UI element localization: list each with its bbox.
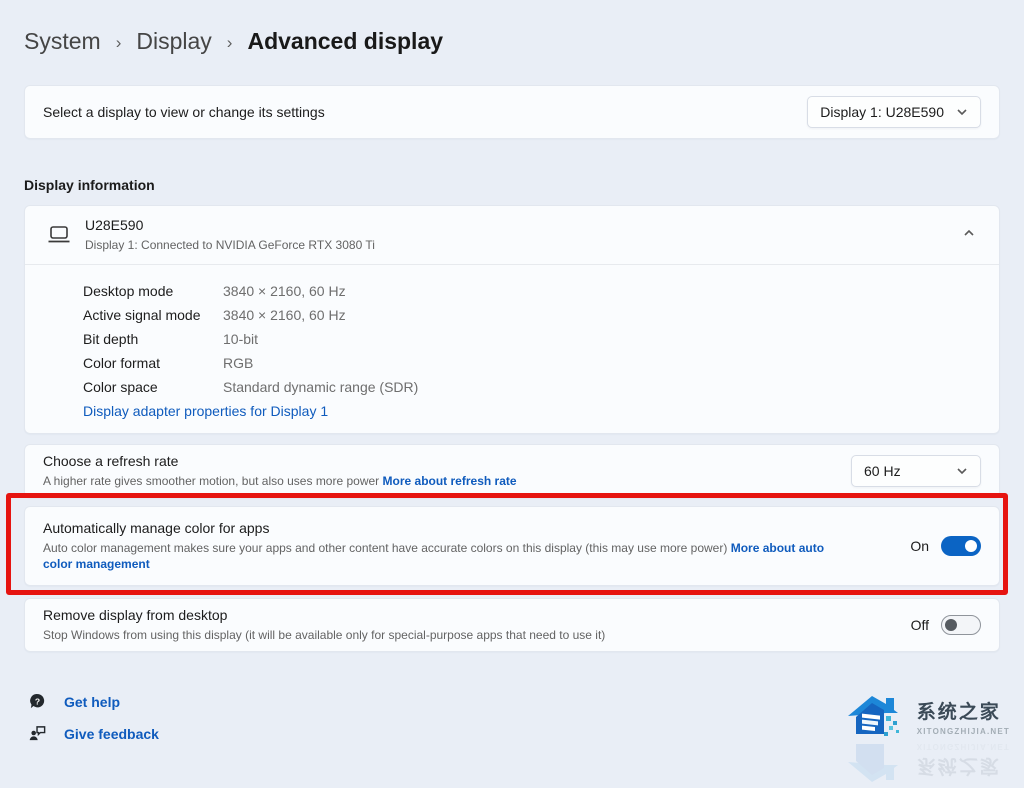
display-details: Desktop mode 3840 × 2160, 60 Hz Active s…	[25, 265, 999, 433]
site-logo	[846, 690, 908, 742]
remove-display-title: Remove display from desktop	[43, 607, 605, 623]
detail-value: 3840 × 2160, 60 Hz	[223, 303, 981, 327]
remove-display-card: Remove display from desktop Stop Windows…	[24, 598, 1000, 652]
breadcrumb-separator: ›	[227, 31, 233, 53]
give-feedback-link[interactable]: Give feedback	[28, 724, 159, 743]
refresh-rate-card: Choose a refresh rate A higher rate give…	[24, 444, 1000, 498]
toggle-knob	[965, 540, 977, 552]
site-logo-reflection	[846, 736, 908, 788]
detail-row-bit-depth: Bit depth 10-bit	[83, 327, 981, 351]
laptop-icon	[47, 225, 71, 245]
display-selector-value: Display 1: U28E590	[820, 104, 944, 120]
chevron-up-icon	[963, 227, 975, 239]
auto-color-description: Auto color management makes sure your ap…	[43, 540, 843, 572]
display-adapter-properties-link[interactable]: Display adapter properties for Display 1	[83, 401, 328, 421]
display-info-header[interactable]: U28E590 Display 1: Connected to NVIDIA G…	[25, 206, 999, 264]
display-selector-label: Select a display to view or change its s…	[43, 104, 325, 120]
refresh-rate-value: 60 Hz	[864, 463, 901, 479]
auto-color-toggle-label: On	[910, 538, 929, 554]
watermark-reflection-name: 系统之家	[917, 755, 1010, 782]
detail-row-color-space: Color space Standard dynamic range (SDR)	[83, 375, 981, 399]
detail-label: Color space	[83, 375, 223, 399]
detail-label: Bit depth	[83, 327, 223, 351]
detail-value: 3840 × 2160, 60 Hz	[223, 279, 981, 303]
detail-label: Desktop mode	[83, 279, 223, 303]
site-watermark: 系统之家 XITONGZHIJIA.NET	[846, 690, 1010, 742]
page-title: Advanced display	[247, 28, 443, 55]
breadcrumb-display[interactable]: Display	[136, 28, 211, 55]
svg-text:?: ?	[35, 696, 40, 706]
display-name: U28E590	[85, 217, 375, 233]
auto-color-annotated-region: Automatically manage color for apps Auto…	[24, 506, 1000, 586]
give-feedback-label: Give feedback	[64, 726, 159, 742]
refresh-rate-dropdown[interactable]: 60 Hz	[851, 455, 981, 487]
refresh-rate-description-text: A higher rate gives smoother motion, but…	[43, 474, 379, 488]
watermark-site-name: 系统之家	[917, 697, 1010, 724]
display-selector-card: Select a display to view or change its s…	[24, 85, 1000, 139]
breadcrumb-system[interactable]: System	[24, 28, 101, 55]
toggle-knob	[945, 619, 957, 631]
watermark-site-url: XITONGZHIJIA.NET	[917, 727, 1010, 736]
detail-label: Active signal mode	[83, 303, 223, 327]
auto-color-toggle[interactable]	[941, 536, 981, 556]
get-help-icon: ?	[28, 692, 47, 711]
detail-value: 10-bit	[223, 327, 981, 351]
breadcrumb-separator: ›	[116, 31, 122, 53]
detail-row-color-format: Color format RGB	[83, 351, 981, 375]
detail-row-active-signal-mode: Active signal mode 3840 × 2160, 60 Hz	[83, 303, 981, 327]
chevron-down-icon	[956, 106, 968, 118]
auto-color-card: Automatically manage color for apps Auto…	[24, 506, 1000, 586]
auto-color-title: Automatically manage color for apps	[43, 520, 843, 536]
remove-display-toggle-label: Off	[911, 617, 929, 633]
refresh-rate-title: Choose a refresh rate	[43, 453, 517, 469]
display-connection: Display 1: Connected to NVIDIA GeForce R…	[85, 237, 375, 253]
detail-value: Standard dynamic range (SDR)	[223, 375, 981, 399]
collapse-button[interactable]	[957, 220, 981, 250]
remove-display-toggle[interactable]	[941, 615, 981, 635]
chevron-down-icon	[956, 465, 968, 477]
refresh-rate-description: A higher rate gives smoother motion, but…	[43, 473, 517, 489]
display-selector-dropdown[interactable]: Display 1: U28E590	[807, 96, 981, 128]
auto-color-description-text: Auto color management makes sure your ap…	[43, 541, 727, 555]
remove-display-description: Stop Windows from using this display (it…	[43, 627, 605, 643]
get-help-label: Get help	[64, 694, 120, 710]
watermark-reflection-url: XITONGZHIJIA.NET	[917, 743, 1010, 752]
display-info-card: U28E590 Display 1: Connected to NVIDIA G…	[24, 205, 1000, 434]
detail-row-desktop-mode: Desktop mode 3840 × 2160, 60 Hz	[83, 279, 981, 303]
more-about-refresh-rate-link[interactable]: More about refresh rate	[383, 474, 517, 488]
site-watermark-reflection: 系统之家 XITONGZHIJIA.NET	[846, 736, 1010, 788]
detail-value: RGB	[223, 351, 981, 375]
feedback-icon	[28, 724, 47, 743]
section-title: Display information	[24, 177, 1000, 193]
breadcrumb: System › Display › Advanced display	[24, 28, 1000, 55]
detail-label: Color format	[83, 351, 223, 375]
get-help-link[interactable]: ? Get help	[28, 692, 120, 711]
settings-page: System › Display › Advanced display Sele…	[0, 0, 1024, 743]
